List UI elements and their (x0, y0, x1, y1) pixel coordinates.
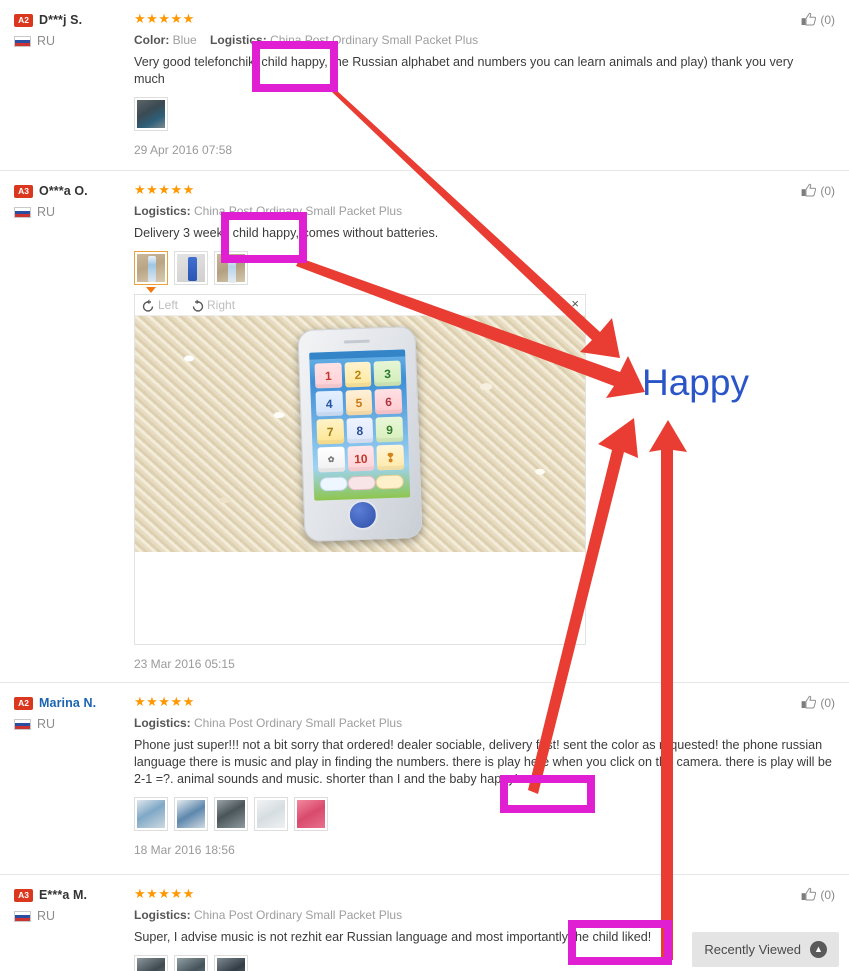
logistics-value: China Post Ordinary Small Packet Plus (270, 33, 479, 47)
rating-stars: ★★★★★ (134, 182, 195, 197)
helpful-count: (0) (820, 887, 835, 902)
helpful-count: (0) (820, 183, 835, 198)
rotate-left-label: Left (158, 298, 179, 312)
review-date: 23 Mar 2016 05:15 (134, 657, 235, 671)
helpful-count: (0) (820, 12, 835, 27)
image-viewer: Left Right × 123 4 5 6 7 8 9 ✿ 10 ❢ (134, 294, 586, 645)
logistics-label: Logistics: (134, 716, 191, 730)
rotate-right-icon (192, 298, 204, 312)
reviewer-name[interactable]: Marina N. (39, 696, 96, 710)
reviewer-country: RU (37, 717, 56, 731)
review-date: 29 Apr 2016 07:58 (134, 143, 233, 157)
review-thumbnail[interactable] (134, 251, 168, 293)
helpful-button[interactable]: (0) (801, 183, 835, 198)
review-thumbnail[interactable] (254, 797, 288, 831)
review-attributes: Logistics: China Post Ordinary Small Pac… (134, 715, 835, 732)
review-thumbnail[interactable] (214, 251, 248, 285)
review-thumbnail[interactable] (174, 797, 208, 831)
review-thumbnail-strip (134, 97, 835, 131)
reviewer-info: A3 O***a O. RU (14, 183, 132, 672)
review-text: Phone just super!!! not a bit sorry that… (134, 738, 832, 786)
reviewer-country: RU (37, 205, 56, 219)
rotate-left-button[interactable]: Left (141, 298, 178, 313)
review-photo-large: 123 456 789 ✿ 10 ❢ (135, 316, 585, 552)
thumbs-up-icon (801, 183, 817, 198)
buyer-level-badge: A2 (14, 13, 33, 27)
reviewer-name: O***a O. (39, 184, 88, 198)
reviewer-info: A2 Marina N. RU (14, 695, 132, 864)
reviews-page: A2 D***j S. RU ★★★★★ Color: Blue Logisti… (0, 0, 849, 971)
image-viewer-footer (135, 552, 585, 644)
color-value: Blue (172, 33, 197, 47)
helpful-count: (0) (820, 695, 835, 710)
thumbs-up-icon (801, 12, 817, 27)
logistics-label: Logistics: (134, 204, 191, 218)
review-thumbnail[interactable] (294, 797, 328, 831)
close-icon[interactable]: × (571, 297, 579, 311)
review-thumbnail[interactable] (134, 797, 168, 831)
thumbs-up-icon (801, 695, 817, 710)
review-thumbnail[interactable] (134, 955, 168, 971)
recently-viewed-button[interactable]: Recently Viewed ▲ (692, 932, 839, 967)
review-date: 18 Mar 2016 18:56 (134, 843, 235, 857)
review-item: A2 D***j S. RU ★★★★★ Color: Blue Logisti… (0, 0, 849, 170)
toy-phone-photo: 123 456 789 ✿ 10 ❢ (297, 326, 423, 542)
image-viewer-toolbar: Left Right × (135, 295, 585, 316)
reviewer-name: E***a M. (39, 888, 88, 902)
reviewer-country: RU (37, 34, 56, 48)
recently-viewed-label: Recently Viewed (704, 942, 801, 957)
buyer-level-badge: A2 (14, 696, 33, 710)
helpful-button[interactable]: (0) (801, 695, 835, 710)
reviewer-info: A2 D***j S. RU (14, 12, 132, 160)
rotate-right-label: Right (207, 298, 236, 312)
review-attributes: Color: Blue Logistics: China Post Ordina… (134, 32, 835, 49)
reviewer-country: RU (37, 909, 56, 923)
review-thumbnail[interactable] (214, 797, 248, 831)
review-attributes: Logistics: China Post Ordinary Small Pac… (134, 907, 835, 924)
review-text: Delivery 3 weeks child happy, comes with… (134, 226, 439, 240)
review-attributes: Logistics: China Post Ordinary Small Pac… (134, 203, 835, 220)
russia-flag-icon (14, 718, 31, 730)
review-thumbnail[interactable] (214, 955, 248, 971)
russia-flag-icon (14, 910, 31, 922)
review-item: A2 Marina N. RU ★★★★★ Logistics: China P… (0, 682, 849, 874)
logistics-value: China Post Ordinary Small Packet Plus (194, 204, 403, 218)
helpful-button[interactable]: (0) (801, 887, 835, 902)
reviewer-info: A3 E***a M. RU (14, 887, 132, 971)
rotate-left-icon (142, 298, 154, 312)
rating-stars: ★★★★★ (134, 11, 195, 26)
review-thumbnail-strip (134, 251, 835, 293)
logistics-label: Logistics: (210, 33, 267, 47)
review-thumbnail[interactable] (174, 955, 208, 971)
review-text: Very good telefonchik, child happy, the … (134, 55, 794, 86)
reviewer-name: D***j S. (39, 13, 83, 27)
rotate-right-button[interactable]: Right (190, 298, 235, 313)
russia-flag-icon (14, 206, 31, 218)
review-thumbnail-strip (134, 797, 835, 831)
review-item: A3 O***a O. RU ★★★★★ Logistics: China Po… (0, 170, 849, 682)
helpful-button[interactable]: (0) (801, 12, 835, 27)
buyer-level-badge: A3 (14, 184, 33, 198)
chevron-up-icon: ▲ (810, 941, 827, 958)
russia-flag-icon (14, 35, 31, 47)
rating-stars: ★★★★★ (134, 886, 195, 901)
thumbs-up-icon (801, 887, 817, 902)
rating-stars: ★★★★★ (134, 694, 195, 709)
buyer-level-badge: A3 (14, 888, 33, 902)
review-thumbnail[interactable] (134, 97, 168, 131)
color-label: Color: (134, 33, 170, 47)
logistics-value: China Post Ordinary Small Packet Plus (194, 716, 403, 730)
review-thumbnail[interactable] (174, 251, 208, 285)
logistics-value: China Post Ordinary Small Packet Plus (194, 908, 403, 922)
logistics-label: Logistics: (134, 908, 191, 922)
